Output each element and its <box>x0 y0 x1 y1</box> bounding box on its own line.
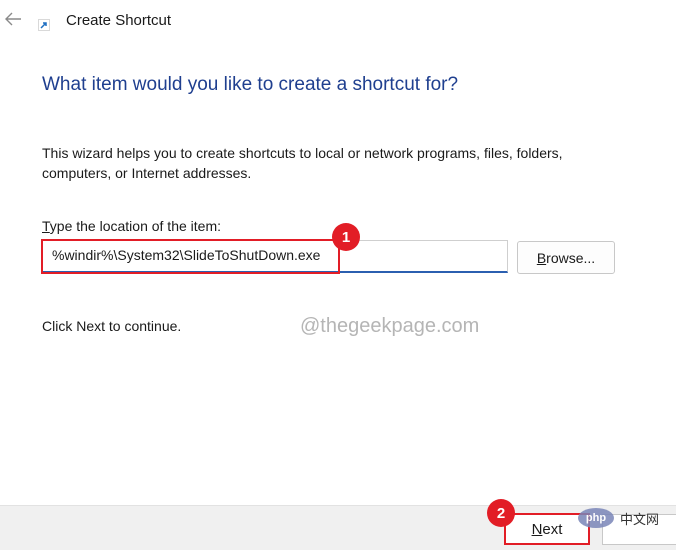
title-bar: Create Shortcut <box>0 0 676 44</box>
php-logo: php <box>578 508 614 528</box>
location-label-accesskey: T <box>42 218 50 234</box>
annotation-badge-2: 2 <box>487 499 515 527</box>
next-label: ext <box>542 520 563 538</box>
back-button[interactable] <box>2 8 24 30</box>
wizard-description: This wizard helps you to create shortcut… <box>42 145 563 181</box>
arrow-left-icon <box>5 12 21 26</box>
browse-accesskey: B <box>536 249 547 266</box>
location-label-text: ype the location of the item: <box>49 218 221 234</box>
location-input[interactable]: %windir%\System32\SlideToShutDown.exe <box>42 240 508 273</box>
window-title: Create Shortcut <box>66 12 172 29</box>
watermark: @thegeekpage.com <box>300 315 480 337</box>
browse-button[interactable]: Browse... <box>517 241 615 274</box>
php-site-text: 中文网 <box>620 512 660 527</box>
browse-label: rowse... <box>546 249 596 266</box>
page-heading: What item would you like to create a sho… <box>42 74 459 95</box>
shortcut-icon <box>38 19 50 31</box>
location-input-value: %windir%\System32\SlideToShutDown.exe <box>52 247 321 263</box>
continue-instruction: Click Next to continue. <box>42 318 182 334</box>
location-label: Type the location of the item: <box>42 218 221 234</box>
next-accesskey: N <box>531 520 543 538</box>
annotation-badge-1: 1 <box>332 223 360 251</box>
